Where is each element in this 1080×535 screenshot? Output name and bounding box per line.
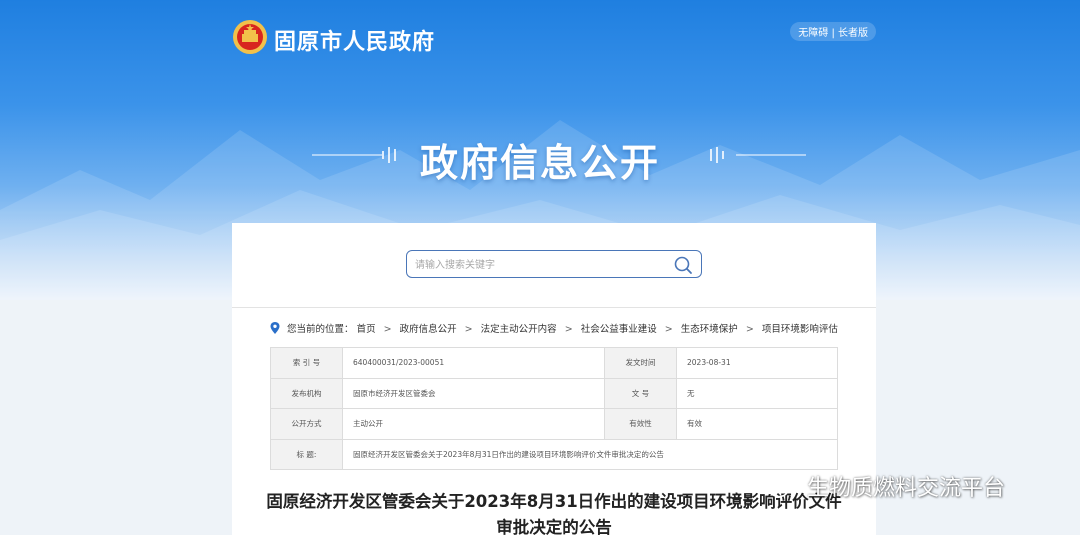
search-icon[interactable] (673, 255, 693, 275)
location-pin-icon (270, 322, 280, 334)
breadcrumb-statutory-content[interactable]: 法定主动公开内容 (481, 324, 557, 335)
breadcrumb-separator: > (464, 324, 473, 335)
table-row: 发布机构 固原市经济开发区管委会 文 号 无 (270, 377, 838, 409)
breadcrumb-separator: > (383, 324, 392, 335)
title-value: 固原经济开发区管委会关于2023年8月31日作出的建设项目环境影响评价文件审批决… (342, 438, 838, 470)
accessibility-link[interactable]: 无障碍 (798, 28, 828, 39)
article-title: 固原经济开发区管委会关于2023年8月31日作出的建设项目环境影响评价文件审批决… (266, 492, 842, 535)
breadcrumb-prefix: 您当前的位置： (287, 324, 354, 335)
search-box (406, 250, 702, 278)
site-header: 固原市人民政府 无障碍 | 长者版 (232, 18, 876, 62)
site-title[interactable]: 固原市人民政府 (274, 24, 435, 56)
search-input[interactable] (415, 256, 665, 274)
date-value: 2023-08-31 (676, 347, 838, 379)
method-value: 主动公开 (342, 408, 605, 440)
validity-label: 有效性 (604, 408, 677, 440)
elder-mode-link[interactable]: 长者版 (838, 28, 868, 39)
date-label: 发文时间 (604, 347, 677, 379)
index-value: 640400031/2023-00051 (342, 347, 605, 379)
validity-value: 有效 (676, 408, 838, 440)
breadcrumb-separator: > (564, 324, 573, 335)
title-label: 标 题: (270, 438, 343, 470)
doc-number-label: 文 号 (604, 377, 677, 409)
breadcrumb-ecology[interactable]: 生态环境保护 (681, 324, 738, 335)
hero-title: 政府信息公开 (419, 141, 660, 185)
breadcrumb-home[interactable]: 首页 (357, 324, 376, 335)
accessibility-toolbar: 无障碍 | 长者版 (790, 22, 876, 41)
doc-number-value: 无 (676, 377, 838, 409)
breadcrumb-info-disclosure[interactable]: 政府信息公开 (400, 324, 457, 335)
breadcrumb: 您当前的位置： 首页 > 政府信息公开 > 法定主动公开内容 > 社会公益事业建… (270, 321, 838, 337)
divider (232, 307, 876, 308)
table-row: 公开方式 主动公开 有效性 有效 (270, 408, 838, 440)
national-emblem-icon[interactable] (232, 18, 268, 56)
method-label: 公开方式 (270, 408, 343, 440)
table-row: 标 题: 固原经济开发区管委会关于2023年8月31日作出的建设项目环境影响评价… (270, 438, 838, 470)
issuer-label: 发布机构 (270, 377, 343, 409)
breadcrumb-public-welfare[interactable]: 社会公益事业建设 (581, 324, 657, 335)
document-meta-table: 索 引 号 640400031/2023-00051 发文时间 2023-08-… (270, 347, 838, 470)
table-row: 索 引 号 640400031/2023-00051 发文时间 2023-08-… (270, 347, 838, 379)
breadcrumb-separator: > (745, 324, 754, 335)
index-label: 索 引 号 (270, 347, 343, 379)
breadcrumb-eia[interactable]: 项目环境影响评估 (762, 324, 838, 335)
breadcrumb-separator: > (664, 324, 673, 335)
watermark: 生物质燃料交流平台 (760, 470, 1005, 506)
issuer-value: 固原市经济开发区管委会 (342, 377, 605, 409)
decorative-bars-right (710, 144, 726, 166)
watermark-text: 生物质燃料交流平台 (807, 476, 1006, 501)
decorative-line-right (736, 154, 806, 156)
hero-title-area: 政府信息公开 (0, 132, 1080, 185)
wechat-icon (760, 475, 789, 498)
